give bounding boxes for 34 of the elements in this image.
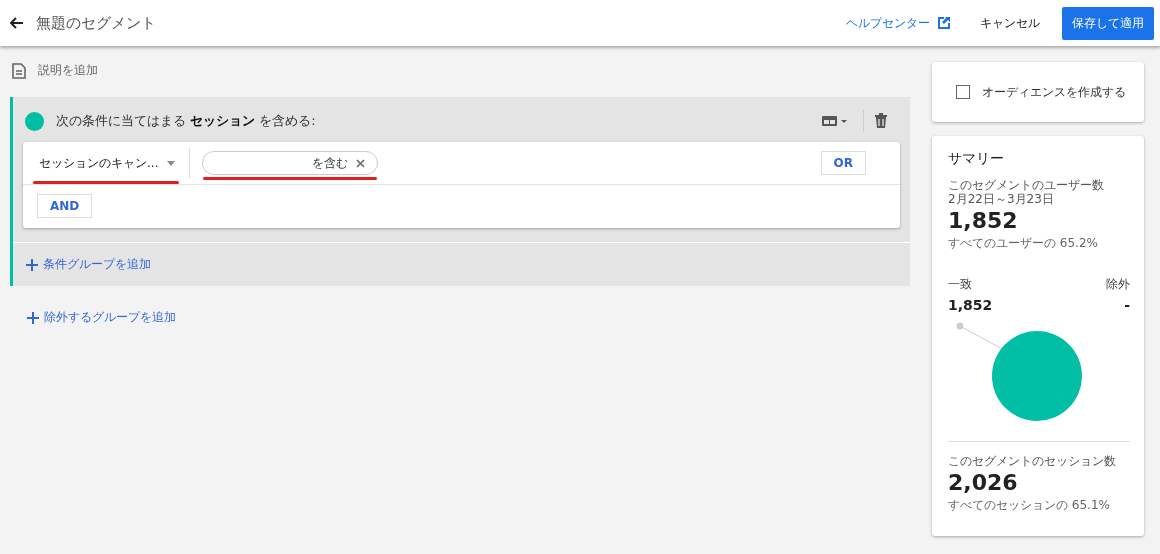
- caret-icon: [167, 160, 175, 166]
- date-range: 2月22日～3月23日: [948, 192, 1055, 206]
- exclude-label: 除外: [1106, 276, 1130, 293]
- group-heading: 次の条件に当てはまる セッション を含める:: [56, 112, 317, 130]
- sessions-share: すべてのセッションの 65.1%: [948, 497, 1111, 514]
- or-button[interactable]: OR: [820, 151, 866, 175]
- document-icon[interactable]: [12, 62, 26, 79]
- sessions-label: このセグメントのセッション数: [948, 454, 1117, 468]
- cancel-button[interactable]: キャンセル: [974, 8, 1046, 38]
- page-title: 無題のセグメント: [36, 13, 157, 33]
- sessions-value: 2,026: [948, 470, 1019, 495]
- add-description-link[interactable]: 説明を追加: [38, 62, 98, 79]
- add-condition-group-button[interactable]: 条件グループを追加: [13, 242, 910, 286]
- exclude-value: -: [1124, 297, 1130, 313]
- help-link[interactable]: ヘルプセンター: [846, 14, 930, 32]
- segment-type-icon[interactable]: [821, 113, 847, 129]
- match-label: 一致: [948, 276, 972, 293]
- back-arrow-icon[interactable]: [8, 15, 24, 31]
- plus-icon: [25, 257, 39, 272]
- audience-label: オーディエンスを作成する: [982, 83, 1126, 101]
- plus-icon: [26, 310, 40, 325]
- summary-title: サマリー: [948, 150, 1005, 168]
- save-apply-button[interactable]: 保存して適用: [1062, 6, 1154, 40]
- users-label: このセグメントのユーザー数: [948, 178, 1105, 192]
- audience-checkbox[interactable]: [956, 85, 970, 99]
- users-share: すべてのユーザーの 65.2%: [948, 235, 1099, 252]
- users-value: 1,852: [948, 208, 1019, 233]
- and-button[interactable]: AND: [37, 194, 93, 218]
- external-link-icon[interactable]: [936, 15, 952, 31]
- add-exclude-group-button[interactable]: 除外するグループを追加: [20, 308, 182, 327]
- delete-icon[interactable]: [874, 113, 888, 129]
- match-value: 1,852: [948, 297, 993, 313]
- dimension-dropdown[interactable]: セッションのキャン...: [33, 148, 179, 178]
- close-icon[interactable]: [356, 158, 365, 168]
